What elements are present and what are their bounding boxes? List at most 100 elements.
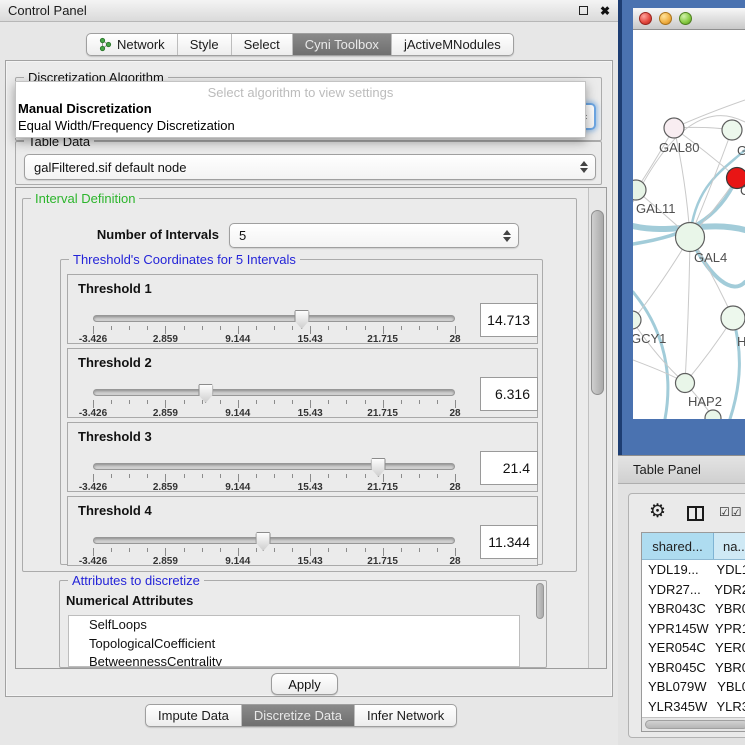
- cell-shared-name: YPR145W: [642, 621, 709, 636]
- threshold-3-box: Threshold 3 -3.4262.8599.14415.4321.7152…: [67, 422, 538, 492]
- tab-impute-data[interactable]: Impute Data: [146, 705, 242, 726]
- window-title: Control Panel: [8, 3, 579, 18]
- threshold-4-label: Threshold 4: [78, 503, 152, 518]
- threshold-2-value[interactable]: 6.316: [480, 377, 538, 411]
- cyni-toolbox-panel: Discretization Algorithm Select algorith…: [5, 60, 613, 697]
- table-row[interactable]: YBL079W YBL0: [642, 677, 745, 697]
- table-rows: YDL19... YDL1 YDR27... YDR2 YBR043C YBR0…: [642, 560, 745, 718]
- slider-tick-labels: -3.4262.8599.14415.4321.71528: [93, 334, 455, 346]
- algorithm-dropdown-popup: Select algorithm to view settings Manual…: [15, 81, 586, 138]
- cell-name: YLR3: [710, 699, 745, 714]
- network-view-window: GAL80 GA GAL11 C GAL4 GCY1 H HAP2: [618, 0, 745, 455]
- threshold-2-label: Threshold 2: [78, 355, 152, 370]
- node-label-gal4: GAL4: [694, 250, 727, 265]
- vertical-scrollbar-thumb[interactable]: [591, 210, 604, 395]
- table-row[interactable]: YDL19... YDL1: [642, 560, 745, 580]
- cell-shared-name: YDR27...: [642, 582, 708, 597]
- cell-name: YBR0: [709, 601, 745, 616]
- zoom-traffic-light-icon[interactable]: [679, 12, 692, 25]
- tab-network[interactable]: Network: [87, 34, 178, 55]
- numerical-attributes-label: Numerical Attributes: [66, 593, 193, 608]
- cell-shared-name: YBR045C: [642, 660, 709, 675]
- cell-shared-name: YDL19...: [642, 562, 710, 577]
- minimize-traffic-light-icon[interactable]: [659, 12, 672, 25]
- cell-shared-name: YER054C: [642, 640, 709, 655]
- tab-discretize-data[interactable]: Discretize Data: [242, 705, 355, 726]
- popup-item-equal-width-frequency[interactable]: Equal Width/Frequency Discretization: [16, 117, 585, 134]
- table-row[interactable]: YDR27... YDR2: [642, 580, 745, 600]
- list-item[interactable]: BetweennessCentrality: [69, 653, 519, 667]
- tab-network-label: Network: [117, 37, 165, 52]
- numerical-attributes-list[interactable]: SelfLoopsTopologicalCoefficientBetweenne…: [68, 615, 520, 667]
- horizontal-scrollbar[interactable]: [642, 717, 745, 731]
- apply-button[interactable]: Apply: [271, 673, 338, 695]
- slider-ticks: [93, 548, 455, 556]
- threshold-1-slider[interactable]: [93, 315, 455, 322]
- close-traffic-light-icon[interactable]: [639, 12, 652, 25]
- control-panel-window: Control Panel ✖ Network Style Select Cyn…: [0, 0, 618, 745]
- top-tab-bar: Network Style Select Cyni Toolbox jActiv…: [86, 33, 514, 56]
- popup-item-manual-discretization[interactable]: Manual Discretization: [16, 100, 585, 117]
- column-header-name[interactable]: na...: [714, 533, 745, 559]
- threshold-3-slider[interactable]: [93, 463, 455, 470]
- columns-icon[interactable]: [687, 506, 704, 521]
- combo-arrows-icon: [503, 230, 511, 242]
- threshold-4-slider[interactable]: [93, 537, 455, 544]
- node-label-partial-c: C: [740, 183, 745, 198]
- node-attribute-table[interactable]: shared... na... YDL19... YDL1 YDR27... Y…: [641, 532, 745, 732]
- close-icon[interactable]: ✖: [600, 5, 610, 17]
- table-row[interactable]: YLR345W YLR3: [642, 697, 745, 717]
- float-window-icon[interactable]: [579, 6, 588, 15]
- horizontal-scrollbar-thumb[interactable]: [645, 720, 745, 729]
- network-canvas[interactable]: GAL80 GA GAL11 C GAL4 GCY1 H HAP2: [633, 30, 745, 419]
- slider-tick-labels: -3.4262.8599.14415.4321.71528: [93, 482, 455, 494]
- list-item[interactable]: SelfLoops: [69, 616, 519, 635]
- number-of-intervals-combobox[interactable]: 5: [229, 223, 519, 248]
- threshold-4-box: Threshold 4 -3.4262.8599.14415.4321.7152…: [67, 496, 538, 566]
- list-item[interactable]: TopologicalCoefficient: [69, 635, 519, 654]
- network-graph: GAL80 GA GAL11 C GAL4 GCY1 H HAP2: [633, 30, 745, 419]
- table-row[interactable]: YBR045C YBR0: [642, 658, 745, 678]
- vertical-scrollbar[interactable]: [588, 188, 606, 668]
- threshold-1-value[interactable]: 14.713: [480, 303, 538, 337]
- table-panel: Table Panel ⚙ ☑☑ shared... na... YDL19..…: [618, 455, 745, 745]
- threshold-2-box: Threshold 2 -3.4262.8599.14415.4321.7152…: [67, 348, 538, 418]
- threshold-3-value[interactable]: 21.4: [480, 451, 538, 485]
- network-icon: [99, 37, 112, 52]
- cell-name: YPR1: [709, 621, 745, 636]
- slider-ticks: [93, 474, 455, 482]
- table-header-row: shared... na...: [642, 533, 745, 560]
- interval-definition-title: Interval Definition: [31, 191, 139, 206]
- gear-icon[interactable]: ⚙: [649, 502, 666, 521]
- table-row[interactable]: YBR043C YBR0: [642, 599, 745, 619]
- tab-jactivemnodules[interactable]: jActiveMNodules: [392, 34, 513, 55]
- slider-ticks: [93, 400, 455, 408]
- control-panel-titlebar: Control Panel ✖: [0, 0, 618, 22]
- threshold-1-box: Threshold 1 -3.4262.8599.14415.4321.7152…: [67, 274, 538, 344]
- algorithm-prompt: Select algorithm to view settings: [16, 85, 585, 100]
- cell-shared-name: YLR345W: [642, 699, 710, 714]
- tab-cyni-toolbox[interactable]: Cyni Toolbox: [293, 34, 392, 55]
- table-data-combobox[interactable]: galFiltered.sif default node: [24, 154, 596, 180]
- cell-name: YBL0: [711, 679, 745, 694]
- node-label-partial-h: H: [737, 334, 745, 349]
- table-row[interactable]: YPR145W YPR1: [642, 619, 745, 639]
- tab-infer-network[interactable]: Infer Network: [355, 705, 456, 726]
- cell-name: YDR2: [708, 582, 745, 597]
- node-label-gcy1: GCY1: [633, 331, 666, 346]
- slider-tick-labels: -3.4262.8599.14415.4321.71528: [93, 408, 455, 420]
- cell-name: YBR0: [709, 660, 745, 675]
- attributes-group-title: Attributes to discretize: [68, 573, 204, 588]
- table-row[interactable]: YER054C YER0: [642, 638, 745, 658]
- threshold-4-value[interactable]: 11.344: [480, 525, 538, 559]
- table-data-group: Table Data galFiltered.sif default node: [15, 141, 602, 185]
- tab-style[interactable]: Style: [178, 34, 232, 55]
- number-of-intervals-value: 5: [239, 228, 246, 243]
- column-header-shared-name[interactable]: shared...: [642, 533, 714, 559]
- tab-select[interactable]: Select: [232, 34, 293, 55]
- thresholds-group-title: Threshold's Coordinates for 5 Intervals: [69, 252, 300, 267]
- table-panel-body: ⚙ ☑☑ shared... na... YDL19... YDL1 YDR27…: [628, 493, 745, 738]
- checkbox-icons[interactable]: ☑☑: [719, 505, 743, 519]
- attributes-list-scrollbar-thumb[interactable]: [536, 583, 544, 619]
- threshold-2-slider[interactable]: [93, 389, 455, 396]
